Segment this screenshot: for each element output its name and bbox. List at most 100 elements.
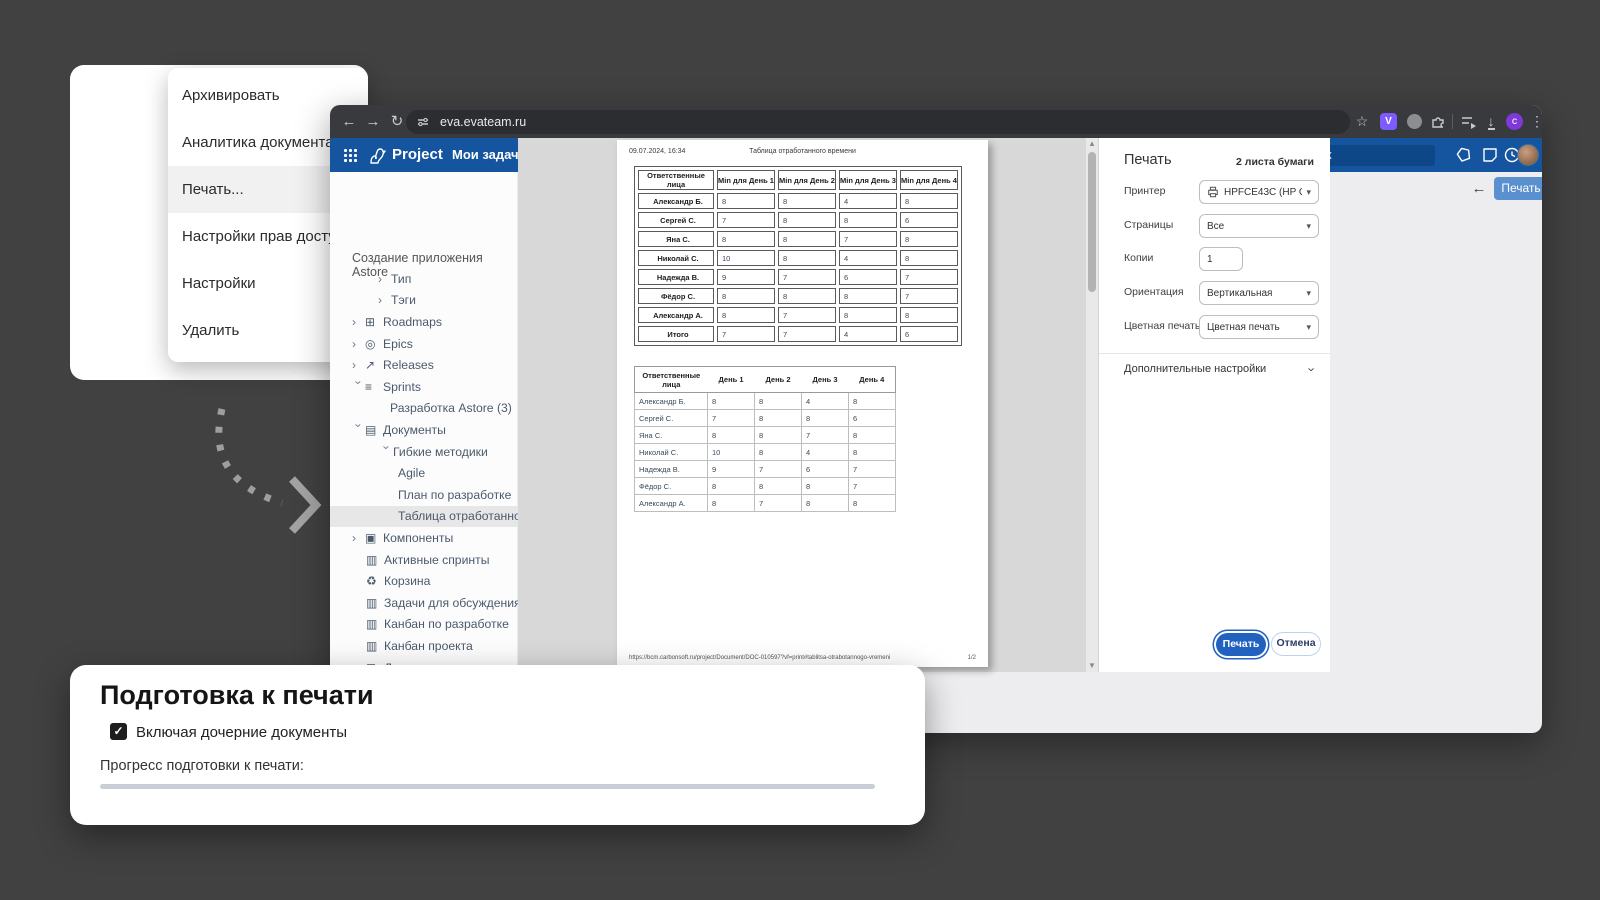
sidebar-item[interactable]: ▥Канбан проекта — [330, 635, 518, 657]
table-row: Яна С.8878 — [635, 427, 896, 444]
sidebar-item-label: Канбан проекта — [384, 639, 473, 653]
print-setting-value: Все — [1207, 221, 1302, 232]
chevron-right-icon[interactable]: › — [352, 315, 365, 329]
page-print-button[interactable]: Печать — [1494, 177, 1542, 200]
цветная печать-dropdown[interactable]: Цветная печать▾ — [1199, 315, 1319, 339]
sidebar-item[interactable]: План по разработке — [330, 484, 518, 506]
preview-footer-url: https://bcm.carbonsoft.ru/project/Docume… — [629, 655, 890, 661]
sidebar-item-label: Гибкие методики — [393, 445, 488, 459]
sidebar-item-label: Sprints — [383, 380, 421, 394]
table-row: Надежда В.9767 — [638, 269, 958, 285]
preview-scrollbar[interactable]: ▲ ▼ — [1086, 138, 1098, 672]
chevron-right-icon[interactable]: › — [378, 272, 391, 286]
chevron-down-icon[interactable]: › — [352, 380, 366, 393]
app-nav-item[interactable]: Мои задачи — [452, 138, 527, 172]
принтер-dropdown[interactable]: HPFCE43C (HP Color La:▾ — [1199, 180, 1319, 204]
extension-v-icon[interactable]: V — [1380, 113, 1397, 130]
site-settings-icon[interactable] — [416, 115, 430, 129]
chevron-right-icon[interactable]: › — [352, 531, 365, 545]
sidebar-item[interactable]: ›◎Epics — [330, 333, 518, 355]
sidebar-item[interactable]: ▥Активные спринты — [330, 549, 518, 571]
sidebar-item[interactable]: ♻Корзина — [330, 570, 518, 592]
person-cell: Фёдор С. — [638, 288, 714, 304]
chevron-down-icon[interactable]: › — [352, 423, 366, 436]
table-row: Итого7746 — [638, 326, 958, 342]
sidebar-item[interactable]: Agile — [330, 462, 518, 484]
sidebar-item[interactable]: Разработка Astore (3) — [330, 398, 518, 420]
extensions-puzzle-icon[interactable] — [1430, 114, 1446, 130]
scroll-up-icon[interactable]: ▲ — [1086, 138, 1098, 150]
dialog-title: Подготовка к печати — [100, 680, 374, 711]
sidebar-item[interactable]: ▥Канбан по разработке — [330, 614, 518, 636]
address-bar[interactable]: eva.evateam.ru — [406, 110, 1350, 134]
sidebar-item[interactable]: ›≡Sprints — [330, 376, 518, 398]
components-icon: ▣ — [365, 531, 383, 545]
table-row: Александр Б.8848 — [638, 193, 958, 209]
product-name[interactable]: Project — [392, 138, 443, 172]
chevron-right-icon[interactable]: › — [352, 337, 365, 351]
sidebar-item-label: Releases — [383, 358, 434, 372]
print-setting-row: СтраницыВсе▾ — [1099, 214, 1330, 238]
sidebar-item[interactable]: ›Гибкие методики — [330, 441, 518, 463]
reading-list-icon[interactable] — [1461, 115, 1477, 129]
chevron-down-icon[interactable]: › — [1304, 367, 1319, 371]
print-setting-label: Принтер — [1124, 185, 1165, 197]
more-menu-icon[interactable]: ⋮ — [1526, 105, 1542, 138]
sidebar-item[interactable]: ›▤Документы — [330, 419, 518, 441]
scroll-down-icon[interactable]: ▼ — [1086, 660, 1098, 672]
value-cell: 6 — [839, 269, 897, 285]
chevron-right-icon[interactable]: › — [378, 293, 391, 307]
app-launcher-icon[interactable] — [344, 149, 357, 162]
forward-icon[interactable]: → — [362, 105, 384, 138]
страницы-dropdown[interactable]: Все▾ — [1199, 214, 1319, 238]
value-cell: 7 — [778, 269, 836, 285]
value-cell: 8 — [802, 495, 849, 512]
bookmark-star-icon[interactable]: ☆ — [1351, 105, 1373, 138]
extension-globe-icon[interactable] — [1407, 114, 1422, 129]
user-avatar[interactable] — [1517, 144, 1539, 166]
notes-icon[interactable] — [1481, 146, 1499, 164]
table-header-cell: Ответственные лица — [635, 367, 708, 393]
preview-datetime: 09.07.2024, 16:34 — [629, 148, 976, 155]
table-row: Александр Б.8848 — [635, 393, 896, 410]
notifications-tag-icon[interactable] — [1455, 146, 1473, 164]
board-icon: ▥ — [366, 617, 384, 631]
back-icon[interactable]: ← — [338, 105, 360, 138]
value-cell: 10 — [717, 250, 775, 266]
value-cell: 8 — [708, 427, 755, 444]
profile-avatar[interactable]: c — [1506, 113, 1523, 130]
sidebar-item[interactable]: ›⊞Roadmaps — [330, 311, 518, 333]
board-icon: ▥ — [366, 639, 384, 653]
print-cancel-button[interactable]: Отмена — [1271, 632, 1321, 656]
chevron-right-icon[interactable]: › — [352, 358, 365, 372]
scrollbar-thumb[interactable] — [1088, 152, 1096, 292]
value-cell: 4 — [839, 193, 897, 209]
more-settings-label[interactable]: Дополнительные настройки — [1124, 363, 1266, 375]
download-icon[interactable]: ↓ — [1480, 105, 1502, 138]
reload-icon[interactable]: ↻ — [386, 105, 408, 138]
table-header-cell: День 2 — [755, 367, 802, 393]
sidebar-item-label: Тип — [391, 272, 411, 286]
print-setting-value: HPFCE43C (HP Color La: — [1224, 187, 1302, 198]
sidebar-item[interactable]: ▥Задачи для обсуждения — [330, 592, 518, 614]
print-confirm-button[interactable]: Печать — [1216, 633, 1266, 656]
person-cell: Надежда В. — [635, 461, 708, 478]
ориентация-dropdown[interactable]: Вертикальная▾ — [1199, 281, 1319, 305]
sidebar-item-label: Разработка Astore (3) — [390, 401, 512, 415]
include-children-checkbox[interactable]: ✓ — [110, 723, 127, 740]
value-cell: 7 — [778, 307, 836, 323]
sidebar-item[interactable]: ›Тип — [330, 268, 518, 290]
chevron-down-icon[interactable]: › — [380, 445, 394, 458]
sidebar-item[interactable]: ›▣Компоненты — [330, 527, 518, 549]
value-cell: 8 — [900, 231, 958, 247]
value-cell: 8 — [839, 307, 897, 323]
page-back-icon[interactable]: ← — [1468, 178, 1490, 200]
sidebar-item[interactable]: Таблица отработанного времени — [330, 506, 518, 528]
sidebar-item[interactable]: ›Тэги — [330, 290, 518, 312]
goose-logo-icon — [366, 143, 390, 167]
value-cell: 7 — [849, 461, 896, 478]
copies-input[interactable]: 1 — [1199, 247, 1243, 271]
sidebar-item[interactable]: ›↗Releases — [330, 354, 518, 376]
documents-icon: ▤ — [365, 423, 383, 437]
value-cell: 7 — [778, 326, 836, 342]
